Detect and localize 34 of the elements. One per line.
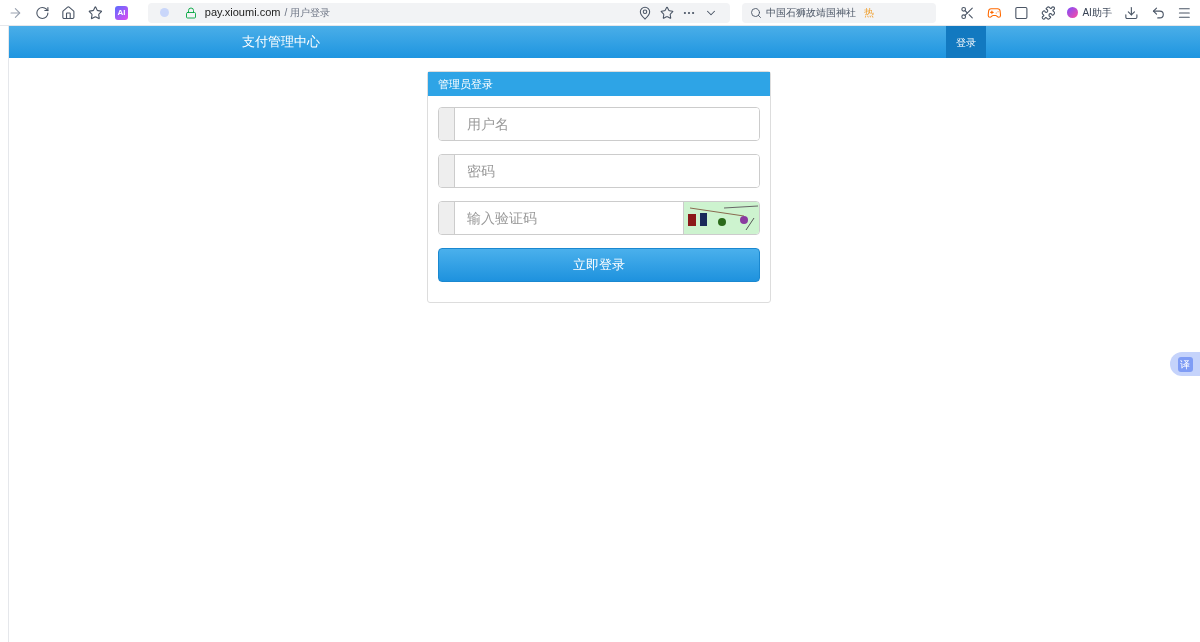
extensions-icon[interactable] (1040, 4, 1056, 21)
lock-icon (184, 6, 197, 19)
input-addon (438, 202, 455, 234)
input-addon (438, 155, 455, 187)
translate-label: 译 (1177, 356, 1193, 372)
url-host: pay.xioumi.com (204, 5, 281, 21)
login-button[interactable]: 立即登录 (437, 248, 760, 282)
nav-link[interactable]: 登录 (946, 26, 986, 58)
bookmarks-icon[interactable] (88, 4, 103, 21)
assistant-button[interactable]: AI助手 (1067, 5, 1112, 20)
address-bar[interactable]: pay.xioumi.com / 用户登录 (147, 2, 730, 23)
ai-badge[interactable]: AI (114, 5, 128, 20)
search-suggestion: 中国石狮故靖国神社 (765, 6, 856, 20)
password-field[interactable]: 密码 (437, 154, 760, 188)
location-icon[interactable] (637, 5, 652, 20)
input-addon (438, 108, 455, 140)
captcha-field[interactable]: 输入验证码 (437, 201, 760, 235)
download-icon[interactable] (1123, 4, 1139, 21)
assistant-icon (1067, 7, 1079, 18)
search-field[interactable]: 中国石狮故靖国神社 热 (741, 2, 937, 23)
reload-icon[interactable] (34, 4, 50, 21)
translate-button[interactable]: 译 (1170, 352, 1200, 376)
home-icon[interactable] (61, 4, 77, 21)
site-icon (159, 8, 169, 17)
hot-tag: 热 (863, 5, 874, 20)
undo-icon[interactable] (1150, 4, 1166, 21)
captcha-image[interactable] (682, 202, 759, 234)
card-title: 管理员登录 (437, 76, 493, 92)
username-field[interactable]: 用户名 (437, 107, 760, 141)
star-icon[interactable] (659, 5, 674, 20)
search-icon (749, 6, 762, 19)
site-title: 支付管理中心 (242, 33, 320, 52)
url-path: / 用户登录 (284, 6, 330, 20)
scissors-icon[interactable] (960, 4, 976, 21)
